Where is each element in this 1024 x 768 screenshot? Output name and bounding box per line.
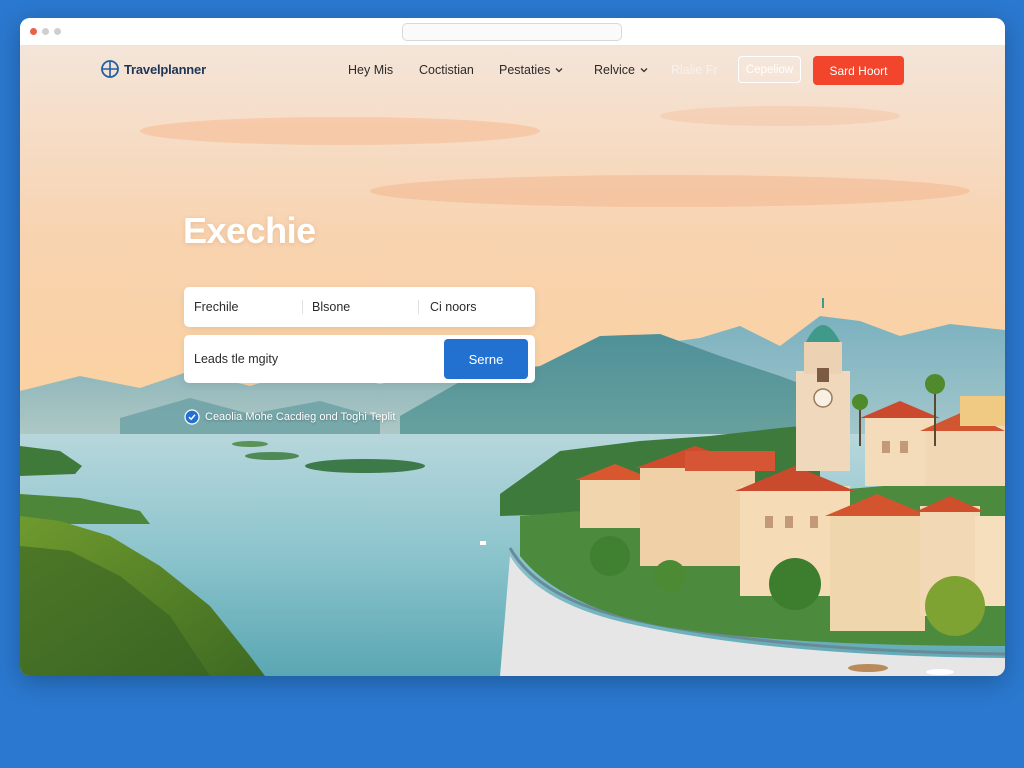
filter-label: Frechile bbox=[194, 300, 239, 314]
nav-item-label: Hey Mis bbox=[348, 63, 394, 77]
filter-divider bbox=[302, 300, 303, 314]
filter-field-2[interactable]: Blsone bbox=[312, 287, 350, 327]
nav-item-5[interactable]: Rlalie Fr bbox=[671, 63, 718, 77]
globe-icon bbox=[101, 60, 119, 78]
filter-divider bbox=[418, 300, 419, 314]
brand-name: Travelplanner bbox=[124, 61, 206, 77]
window-close-control[interactable] bbox=[30, 28, 37, 35]
nav-item-3[interactable]: Pestaties bbox=[499, 63, 564, 77]
nav-item-label: Relvice bbox=[594, 63, 635, 77]
tagline-text: Ceaolia Mohe Cacdieg ond Toghi Teplit bbox=[205, 411, 396, 423]
outline-button[interactable]: Cepeliow bbox=[738, 56, 801, 83]
nav-item-label: Coctistian bbox=[419, 63, 474, 77]
address-bar[interactable] bbox=[402, 23, 622, 41]
search-input[interactable] bbox=[194, 345, 434, 373]
window-maximize-control[interactable] bbox=[54, 28, 61, 35]
nav-item-4[interactable]: Relvice bbox=[594, 63, 649, 77]
browser-window: Travelplanner Hey Mis Coctistian Pestati… bbox=[20, 18, 1005, 676]
filter-field-1[interactable]: Frechile bbox=[194, 287, 238, 327]
nav-item-2[interactable]: Coctistian bbox=[419, 63, 474, 77]
hero-tagline: Ceaolia Mohe Cacdieg ond Toghi Teplit bbox=[184, 409, 395, 425]
brand-logo[interactable]: Travelplanner bbox=[100, 59, 206, 79]
nav-item-1[interactable]: Hey Mis bbox=[348, 63, 393, 77]
nav-item-label: Rlalie Fr bbox=[671, 63, 718, 77]
hero-title: Exechie bbox=[183, 210, 316, 251]
filter-label: Ci noors bbox=[430, 300, 477, 314]
top-navigation: Travelplanner Hey Mis Coctistian Pestati… bbox=[20, 46, 1005, 102]
nav-item-label: Pestaties bbox=[499, 63, 551, 77]
chevron-down-icon bbox=[555, 68, 563, 73]
page-viewport: Travelplanner Hey Mis Coctistian Pestati… bbox=[20, 46, 1005, 676]
chevron-down-icon bbox=[640, 68, 648, 73]
filter-field-3[interactable]: Ci noors bbox=[430, 287, 477, 327]
filter-label: Blsone bbox=[312, 300, 351, 314]
search-button[interactable]: Serne bbox=[444, 339, 528, 379]
search-box: Serne bbox=[184, 335, 535, 383]
window-minimize-control[interactable] bbox=[42, 28, 49, 35]
browser-chrome bbox=[20, 18, 1005, 46]
search-filters-bar: Frechile Blsone Ci noors bbox=[184, 287, 535, 327]
shield-check-icon bbox=[184, 409, 200, 425]
cta-button[interactable]: Sard Hoort bbox=[813, 56, 904, 85]
